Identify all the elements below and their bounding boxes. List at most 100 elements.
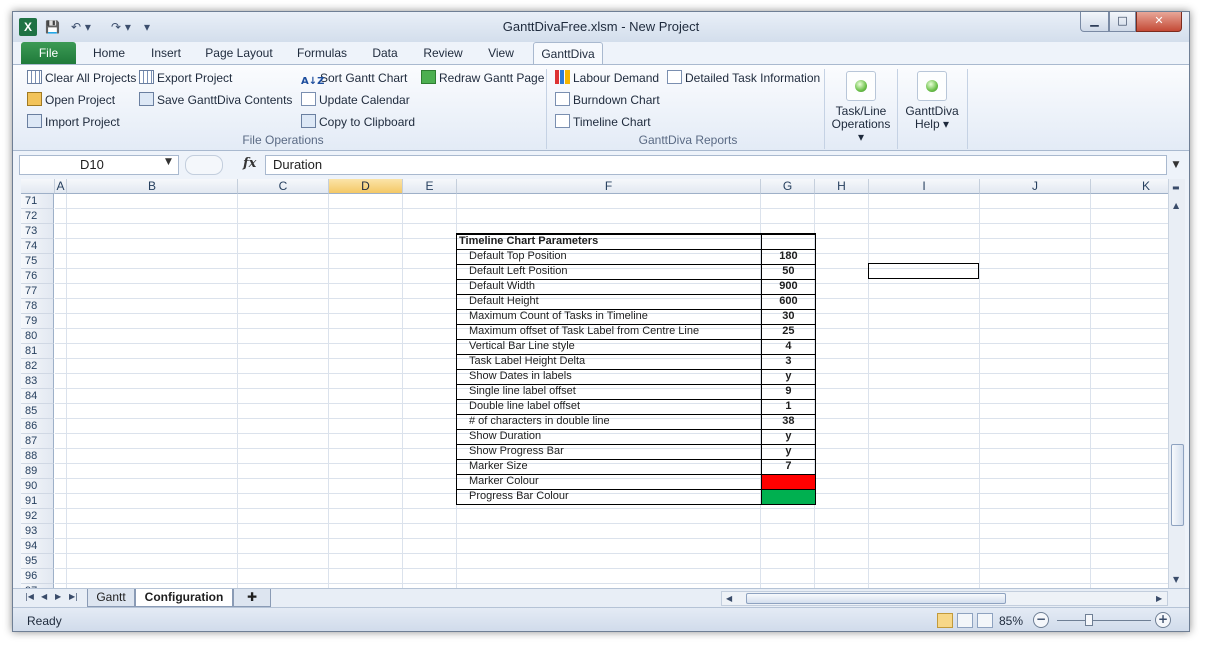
tab-formulas[interactable]: Formulas [289,42,355,64]
row-header[interactable]: 76 [21,269,54,284]
parameter-label[interactable]: Show Duration [456,428,762,445]
parameter-label[interactable]: Default Top Position [456,248,762,265]
prev-sheet-icon[interactable]: ◀ [41,592,47,601]
close-button[interactable]: ✕ [1136,12,1182,32]
row-header[interactable]: 96 [21,569,54,584]
parameter-value[interactable]: 4 [760,338,817,355]
maximize-button[interactable]: □ [1109,12,1136,32]
parameter-value[interactable]: 38 [760,413,817,430]
column-header-b[interactable]: B [67,179,238,194]
detailed-task-information-button[interactable]: Detailed Task Information [667,69,820,87]
tab-insert[interactable]: Insert [141,42,191,64]
next-sheet-icon[interactable]: ▶ [55,592,61,601]
row-header[interactable]: 90 [21,479,54,494]
vertical-scrollbar[interactable]: ▬ ▲ ▼ [1168,179,1185,588]
row-header[interactable]: 72 [21,209,54,224]
parameter-label[interactable]: Default Height [456,293,762,310]
parameter-value[interactable]: y [760,428,817,445]
column-header-d[interactable]: D [329,179,403,194]
row-header[interactable]: 75 [21,254,54,269]
open-project-button[interactable]: Open Project [27,91,115,109]
row-header[interactable]: 88 [21,449,54,464]
select-all-corner[interactable] [21,179,55,194]
parameter-value[interactable] [760,473,817,490]
bordered-cell[interactable] [868,263,979,279]
timeline-chart-button[interactable]: Timeline Chart [555,113,651,131]
zoom-level[interactable]: 85% [999,614,1023,628]
burndown-chart-button[interactable]: Burndown Chart [555,91,660,109]
minimize-button[interactable]: ▁ [1080,12,1109,32]
parameter-value[interactable]: 9 [760,383,817,400]
export-project-button[interactable]: Export Project [139,69,232,87]
parameter-value[interactable]: 7 [760,458,817,475]
zoom-out-icon[interactable]: − [1033,612,1049,628]
redraw-gantt-page-button[interactable]: Redraw Gantt Page [421,69,544,87]
column-header-a[interactable]: A [55,179,67,194]
scroll-right-arrow-icon[interactable]: ▶ [1156,594,1162,603]
parameter-label[interactable]: Maximum offset of Task Label from Centre… [456,323,762,340]
sort-gantt-chart-button[interactable]: A↓ZSort Gantt Chart [301,69,407,87]
first-sheet-icon[interactable]: |◀ [25,592,34,601]
row-header[interactable]: 79 [21,314,54,329]
parameter-value[interactable]: 180 [760,248,817,265]
scroll-up-arrow-icon[interactable]: ▲ [1173,201,1179,210]
zoom-slider-track[interactable] [1057,620,1151,621]
parameter-label[interactable]: Default Width [456,278,762,295]
table-title-value-cell[interactable] [760,233,817,250]
tab-file[interactable]: File [21,42,76,64]
row-header[interactable]: 78 [21,299,54,314]
zoom-slider-thumb[interactable] [1085,614,1093,626]
parameter-label[interactable]: Single line label offset [456,383,762,400]
expand-formula-bar-icon[interactable]: ▼ [1169,156,1183,174]
parameter-value[interactable]: 3 [760,353,817,370]
worksheet-grid[interactable]: A B C D E F G H I J K 71 72 73 74 75 76 77 78 79… [21,179,1168,588]
vertical-scroll-thumb[interactable] [1171,444,1184,526]
parameter-label[interactable]: Show Dates in labels [456,368,762,385]
row-header[interactable]: 84 [21,389,54,404]
row-header[interactable]: 83 [21,374,54,389]
row-header[interactable]: 74 [21,239,54,254]
parameter-value[interactable]: 30 [760,308,817,325]
parameter-value[interactable] [760,488,817,505]
parameter-label[interactable]: Marker Colour [456,473,762,490]
insert-sheet-icon[interactable]: ✚ [233,589,271,607]
parameter-label[interactable]: Marker Size [456,458,762,475]
parameter-value[interactable]: y [760,443,817,460]
name-box[interactable]: D10 [19,155,179,175]
parameter-value[interactable]: y [760,368,817,385]
page-layout-view-icon[interactable] [957,613,973,628]
labour-demand-button[interactable]: Labour Demand [555,69,659,87]
column-header-c[interactable]: C [238,179,329,194]
split-box[interactable]: ▬ [1172,183,1180,192]
parameter-label[interactable]: Maximum Count of Tasks in Timeline [456,308,762,325]
row-header[interactable]: 80 [21,329,54,344]
parameter-value[interactable]: 900 [760,278,817,295]
row-header[interactable]: 93 [21,524,54,539]
parameter-label[interactable]: Default Left Position [456,263,762,280]
column-header-i[interactable]: I [869,179,980,194]
clear-all-projects-button[interactable]: Clear All Projects [27,69,136,87]
parameter-label[interactable]: Task Label Height Delta [456,353,762,370]
column-header-k[interactable]: K [1091,179,1168,194]
table-title[interactable]: Timeline Chart Parameters [456,233,762,250]
parameter-label[interactable]: Show Progress Bar [456,443,762,460]
column-header-j[interactable]: J [980,179,1091,194]
normal-view-icon[interactable] [937,613,953,628]
formula-input[interactable]: Duration [265,155,1167,175]
last-sheet-icon[interactable]: ▶| [69,592,78,601]
row-header[interactable]: 95 [21,554,54,569]
scroll-down-arrow-icon[interactable]: ▼ [1173,575,1179,584]
copy-to-clipboard-button[interactable]: Copy to Clipboard [301,113,415,131]
row-header[interactable]: 82 [21,359,54,374]
chevron-down-icon[interactable]: ▼ [165,157,172,167]
horizontal-scrollbar[interactable]: ◀ ▶ [721,591,1168,606]
zoom-in-icon[interactable]: + [1155,612,1171,628]
row-header[interactable]: 86 [21,419,54,434]
parameter-value[interactable]: 25 [760,323,817,340]
parameter-label[interactable]: # of characters in double line [456,413,762,430]
row-header[interactable]: 71 [21,194,54,209]
row-header[interactable]: 91 [21,494,54,509]
update-calendar-button[interactable]: Update Calendar [301,91,410,109]
column-header-e[interactable]: E [403,179,457,194]
parameter-label[interactable]: Progress Bar Colour [456,488,762,505]
